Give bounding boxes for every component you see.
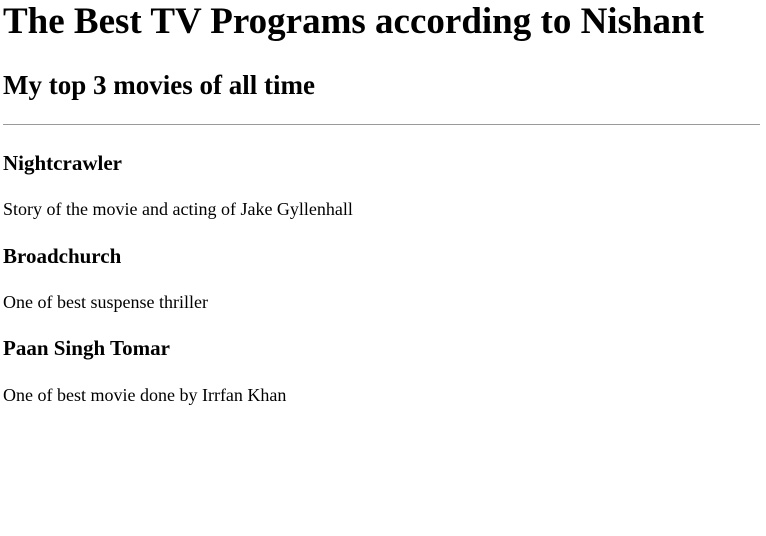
page-subtitle: My top 3 movies of all time: [3, 70, 315, 100]
item-description-nightcrawler: Story of the movie and acting of Jake Gy…: [3, 199, 353, 219]
page-title: The Best TV Programs according to Nishan…: [3, 1, 704, 42]
item-description-broadchurch: One of best suspense thriller: [3, 292, 208, 312]
item-description-paan-singh-tomar: One of best movie done by Irrfan Khan: [3, 385, 287, 405]
item-title-nightcrawler: Nightcrawler: [3, 151, 122, 175]
divider: [3, 124, 760, 125]
item-title-paan-singh-tomar: Paan Singh Tomar: [3, 336, 170, 360]
item-title-broadchurch: Broadchurch: [3, 244, 122, 268]
